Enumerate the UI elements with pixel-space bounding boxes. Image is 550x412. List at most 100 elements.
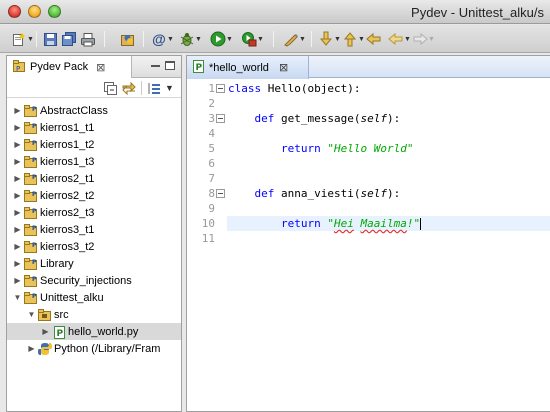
collapsed-arrow-icon[interactable]: ▶ xyxy=(13,119,22,136)
zoom-window-button[interactable] xyxy=(48,5,61,18)
left-panel-tabbar: P Pydev Pack ⊠ xyxy=(7,56,181,78)
line-number: 11 xyxy=(201,232,215,245)
fold-collapse-icon[interactable] xyxy=(216,189,225,198)
python-file-icon: P xyxy=(192,59,205,76)
svg-text:P: P xyxy=(32,106,37,113)
tab-pydev-pack[interactable]: P Pydev Pack ⊠ xyxy=(7,56,132,78)
tree-item[interactable]: ▶ Pkierros3_t1 xyxy=(7,221,181,238)
external-tools-button[interactable]: ▼ xyxy=(241,30,264,48)
expanded-arrow-icon[interactable]: ▼ xyxy=(13,289,22,306)
close-icon[interactable]: ⊠ xyxy=(279,61,288,74)
run-button[interactable]: ▼ xyxy=(210,30,233,48)
collapsed-arrow-icon[interactable]: ▶ xyxy=(13,272,22,289)
tab-label: *hello_world xyxy=(209,61,269,74)
at-button[interactable]: @ ▼ xyxy=(151,30,174,48)
python-file-icon: P xyxy=(51,325,67,339)
tree-item[interactable]: ▶ Pkierros1_t1 xyxy=(7,119,181,136)
view-menu-icon[interactable]: ▼ xyxy=(165,81,181,95)
previous-annotation-icon xyxy=(342,31,358,47)
save-all-button[interactable] xyxy=(61,30,77,48)
last-edit-icon xyxy=(366,31,382,47)
collapsed-arrow-icon[interactable]: ▶ xyxy=(13,255,22,272)
minimize-icon[interactable] xyxy=(151,65,160,67)
code-line: return "Hei Maailma!" xyxy=(280,217,422,230)
collapsed-arrow-icon[interactable]: ▶ xyxy=(13,204,22,221)
marker-button[interactable]: ▼ xyxy=(283,30,306,48)
new-button[interactable]: ▼ xyxy=(11,30,34,48)
fold-collapse-icon[interactable] xyxy=(216,114,225,123)
line-number-gutter: 1 2 3 4 5 6 7 8 9 10 11 xyxy=(187,81,227,411)
interpreter-icon xyxy=(37,342,53,356)
expanded-arrow-icon[interactable]: ▼ xyxy=(27,306,36,323)
debug-button[interactable]: ▼ xyxy=(179,30,202,48)
next-annotation-button[interactable]: ▼ xyxy=(318,30,341,48)
tree-item[interactable]: ▼ src xyxy=(7,306,181,323)
tree-item[interactable]: ▶ Pkierros3_t2 xyxy=(7,238,181,255)
tree-item-label: AbstractClass xyxy=(40,104,108,117)
close-icon[interactable]: ⊠ xyxy=(96,61,105,74)
previous-annotation-button[interactable]: ▼ xyxy=(342,30,365,48)
tree-item-label: kierros1_t2 xyxy=(40,138,95,151)
svg-text:P: P xyxy=(32,157,37,164)
minimize-window-button[interactable] xyxy=(28,5,41,18)
tree-item-label: hello_world.py xyxy=(68,325,139,338)
save-button[interactable] xyxy=(42,30,58,48)
tree-item[interactable]: ▶ Pkierros2_t2 xyxy=(7,187,181,204)
tab-hello-world[interactable]: P *hello_world ⊠ xyxy=(187,56,309,79)
save-icon xyxy=(42,31,58,47)
code-area[interactable]: 1 2 3 4 5 6 7 8 9 10 11 class Hello(object): def g… xyxy=(187,81,550,411)
fold-collapse-icon[interactable] xyxy=(216,84,225,93)
line-number: 1 xyxy=(208,82,215,95)
filter-icon[interactable] xyxy=(147,81,163,95)
svg-text:P: P xyxy=(32,259,37,266)
main-toolbar: ▼ @ ▼ ▼ ▼ ▼ ▼ ▼ ▼ ▼ ▼ xyxy=(0,25,550,53)
tree-item[interactable]: ▶ Phello_world.py xyxy=(7,323,181,340)
svg-text:P: P xyxy=(32,123,37,130)
collapsed-arrow-icon[interactable]: ▶ xyxy=(27,340,36,357)
line-number: 3 xyxy=(208,112,215,125)
tree-item[interactable]: ▶ Pkierros1_t2 xyxy=(7,136,181,153)
svg-text:P: P xyxy=(32,293,37,300)
tree-item[interactable]: ▶ P AbstractClass xyxy=(7,102,181,119)
maximize-icon[interactable] xyxy=(165,61,175,70)
tree-item[interactable]: ▶ Pkierros2_t3 xyxy=(7,204,181,221)
collapse-all-icon[interactable] xyxy=(103,81,119,95)
project-icon: P xyxy=(23,138,39,152)
back-button[interactable]: ▼ xyxy=(388,30,411,48)
link-with-editor-icon[interactable] xyxy=(121,81,137,96)
tree-item[interactable]: ▶ P Security_injections xyxy=(7,272,181,289)
line-number: 7 xyxy=(208,172,215,185)
collapsed-arrow-icon[interactable]: ▶ xyxy=(13,170,22,187)
pydev-perspective-icon xyxy=(120,31,136,47)
svg-text:P: P xyxy=(32,225,37,232)
pydev-perspective-button[interactable] xyxy=(120,30,136,48)
collapsed-arrow-icon[interactable]: ▶ xyxy=(13,136,22,153)
close-window-button[interactable] xyxy=(8,5,21,18)
line-number: 8 xyxy=(208,187,215,200)
svg-text:P: P xyxy=(16,65,20,73)
marker-icon xyxy=(283,31,299,47)
tree-item[interactable]: ▶ P Library xyxy=(7,255,181,272)
tree-item[interactable]: ▶ Python (/Library/Fram xyxy=(7,340,181,357)
collapsed-arrow-icon[interactable]: ▶ xyxy=(13,102,22,119)
svg-text:P: P xyxy=(32,174,37,181)
last-edit-button[interactable] xyxy=(366,30,382,48)
spelling-error: Maailma xyxy=(360,217,407,230)
collapsed-arrow-icon[interactable]: ▶ xyxy=(13,187,22,204)
tree-item[interactable]: ▶ Pkierros2_t1 xyxy=(7,170,181,187)
collapsed-arrow-icon[interactable]: ▶ xyxy=(13,221,22,238)
tree-item[interactable]: ▼ P Unittest_alku xyxy=(7,289,181,306)
spelling-error: Hei xyxy=(333,217,354,230)
code-line: class Hello(object): xyxy=(228,82,361,95)
print-button[interactable] xyxy=(80,30,96,48)
collapsed-arrow-icon[interactable]: ▶ xyxy=(13,238,22,255)
tree-item[interactable]: ▶ Pkierros1_t3 xyxy=(7,153,181,170)
line-number: 4 xyxy=(208,127,215,140)
project-icon: P xyxy=(23,172,39,186)
project-icon: P xyxy=(23,206,39,220)
collapsed-arrow-icon[interactable]: ▶ xyxy=(13,153,22,170)
forward-button[interactable]: ▼ xyxy=(412,30,435,48)
collapsed-arrow-icon[interactable]: ▶ xyxy=(41,323,50,340)
project-icon: P xyxy=(23,189,39,203)
project-icon: P xyxy=(23,104,39,118)
